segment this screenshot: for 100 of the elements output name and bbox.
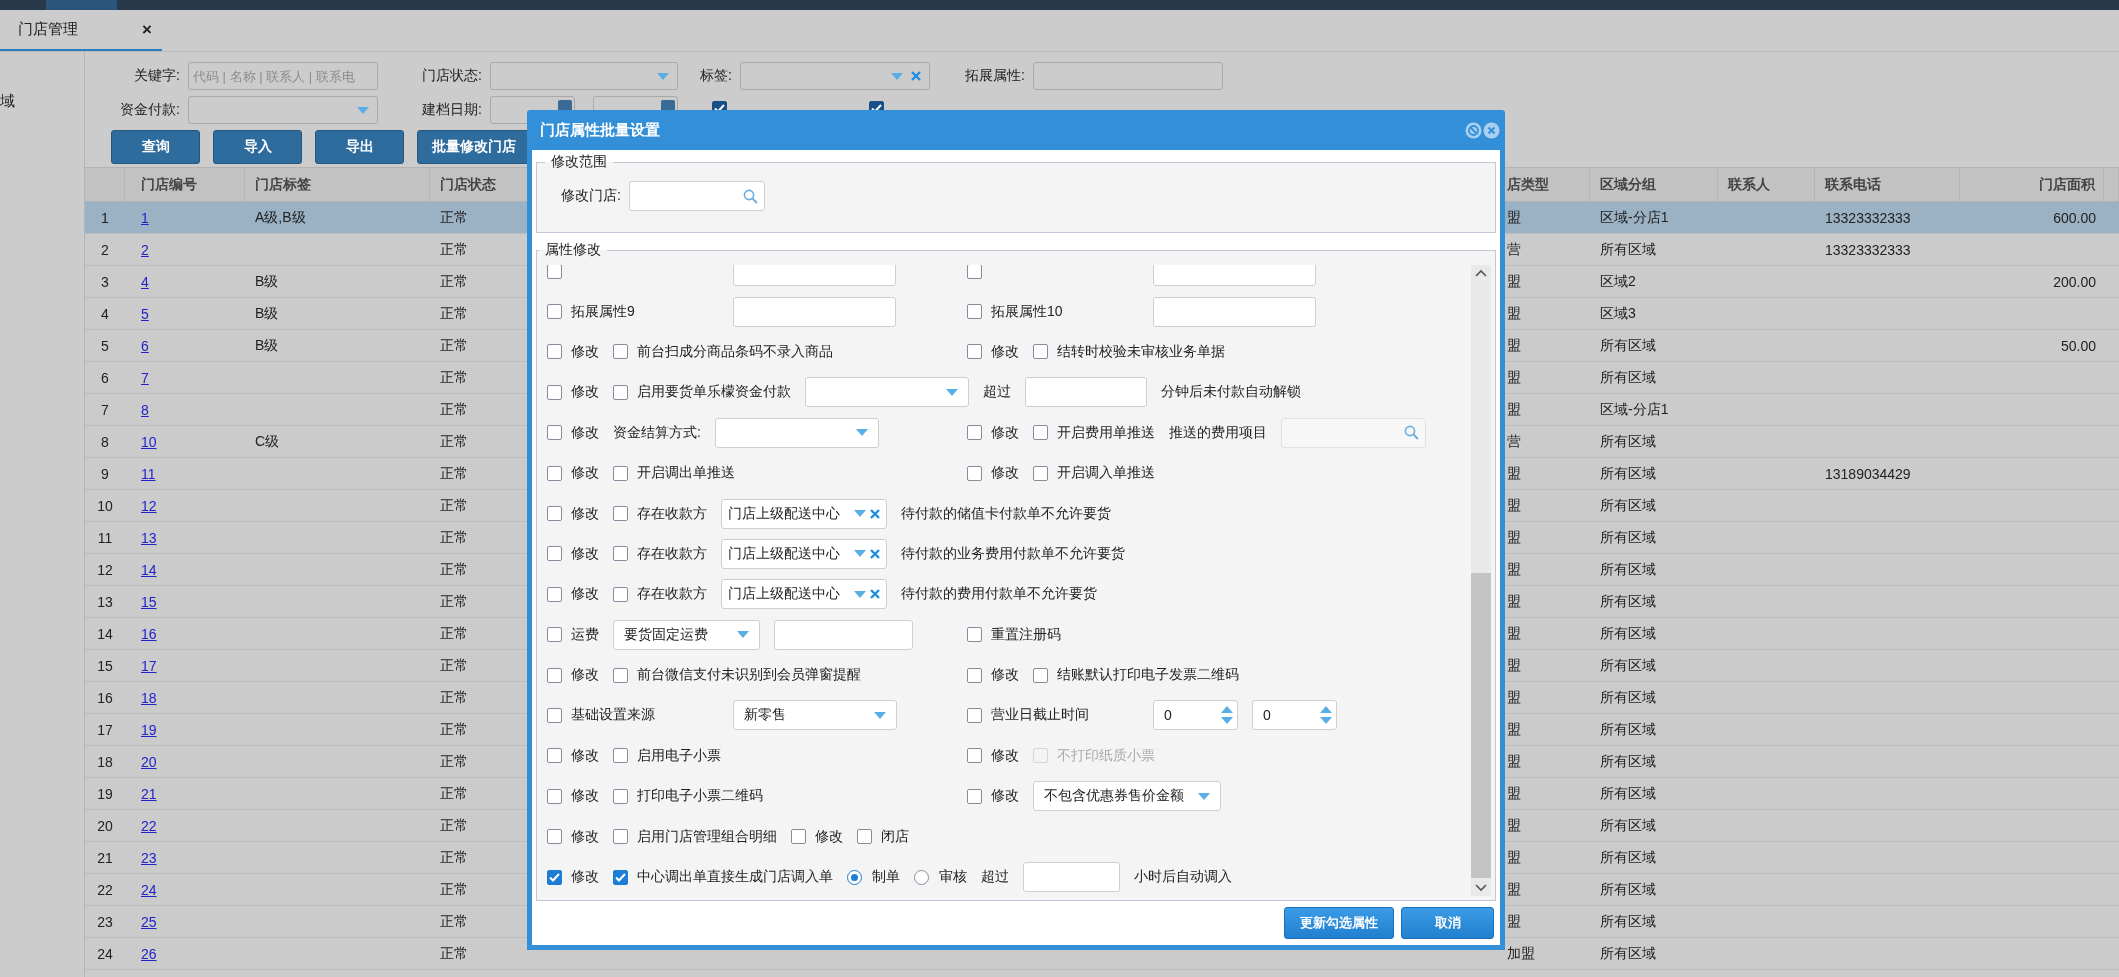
table-cell: 盟: [1507, 304, 1521, 323]
table-cell: 正常: [440, 272, 468, 291]
table-cell: 正常: [440, 720, 468, 739]
row-number: 15: [97, 657, 113, 674]
table-cell: 600.00: [2053, 209, 2096, 226]
table-cell: 200.00: [2053, 273, 2096, 290]
dialog-title: 门店属性批量设置: [540, 120, 660, 140]
row-number: 12: [97, 561, 113, 578]
row-number: 14: [97, 625, 113, 642]
table-cell: 正常: [440, 784, 468, 803]
row-number: 13: [97, 593, 113, 610]
row-number: 19: [97, 785, 113, 802]
table-cell: 所有区域: [1600, 432, 1656, 451]
table-cell: 盟: [1507, 592, 1521, 611]
row-number: 21: [97, 849, 113, 866]
row-number: 8: [101, 433, 109, 450]
row-number: 10: [97, 497, 113, 514]
table-cell: 正常: [440, 912, 468, 931]
table-cell: 区域-分店1: [1600, 400, 1669, 419]
table-cell: 盟: [1507, 368, 1521, 387]
table-cell: 正常: [440, 432, 468, 451]
table-cell: 盟: [1507, 272, 1521, 291]
table-cell: 所有区域: [1600, 688, 1656, 707]
table-cell: 所有区域: [1600, 464, 1656, 483]
section-legend: 属性修改: [539, 241, 607, 259]
table-cell: 加盟: [1507, 944, 1535, 963]
row-number: 3: [101, 273, 109, 290]
table-cell: 所有区域: [1600, 496, 1656, 515]
table-cell: B级: [255, 272, 279, 291]
table-cell: B级: [255, 336, 279, 355]
row-number: 22: [97, 881, 113, 898]
table-cell: 盟: [1507, 208, 1521, 227]
row-number: 24: [97, 945, 113, 962]
table-cell: 正常: [440, 848, 468, 867]
field-label: 超过: [981, 868, 1009, 887]
table-cell: 区域-分店1: [1600, 208, 1669, 227]
table-cell: 盟: [1507, 400, 1521, 419]
table-cell: 正常: [440, 752, 468, 771]
table-cell: 营: [1507, 432, 1521, 451]
table-cell: 盟: [1507, 784, 1521, 803]
row-number: 9: [101, 465, 109, 482]
table-cell: 所有区域: [1600, 912, 1656, 931]
table-cell: 50.00: [2060, 337, 2096, 354]
field-label: 拓展属性:: [964, 67, 1025, 85]
table-cell: 盟: [1507, 560, 1521, 579]
row-number: 11: [97, 529, 113, 546]
row-number: 18: [97, 753, 113, 770]
table-cell: 所有区域: [1600, 592, 1656, 611]
table-cell: 正常: [440, 528, 468, 547]
field-label: 门店状态:: [421, 67, 482, 85]
table-cell: 区域3: [1600, 304, 1636, 323]
field-label: 建档日期:: [421, 101, 482, 119]
field-label: 分钟后未付款自动解锁: [1161, 383, 1301, 402]
table-cell: 正常: [440, 880, 468, 899]
row-number: 23: [97, 913, 113, 930]
table-cell: 所有区域: [1600, 784, 1656, 803]
table-cell: 正常: [440, 208, 468, 227]
table-cell: 盟: [1507, 336, 1521, 355]
field-label: 资金付款:: [119, 101, 180, 119]
table-cell: 正常: [440, 560, 468, 579]
table-cell: 13323332333: [1825, 241, 1911, 258]
table-cell: 13323332333: [1825, 209, 1911, 226]
table-cell: 盟: [1507, 656, 1521, 675]
table-cell: 正常: [440, 944, 468, 963]
field-label: 关键字:: [133, 67, 180, 85]
table-cell: 正常: [440, 240, 468, 259]
row-number: 17: [97, 721, 113, 738]
table-cell: 正常: [440, 592, 468, 611]
table-cell: A级,B级: [255, 208, 306, 227]
table-cell: 盟: [1507, 624, 1521, 643]
table-cell: 盟: [1507, 528, 1521, 547]
table-cell: 盟: [1507, 816, 1521, 835]
row-number: 6: [101, 369, 109, 386]
checkbox-label: 不打印纸质小票: [1057, 746, 1155, 765]
table-cell: 营: [1507, 240, 1521, 259]
field-label: 待付款的费用付款单不允许要货: [901, 585, 1097, 604]
table-cell: 盟: [1507, 720, 1521, 739]
table-cell: 正常: [440, 336, 468, 355]
table-cell: 所有区域: [1600, 240, 1656, 259]
table-cell: 区域2: [1600, 272, 1636, 291]
table-cell: 所有区域: [1600, 720, 1656, 739]
table-cell: 正常: [440, 304, 468, 323]
row-number: 1: [101, 209, 109, 226]
field-label: 资金结算方式:: [613, 423, 701, 442]
table-cell: 正常: [440, 400, 468, 419]
row-number: 7: [101, 401, 109, 418]
table-cell: 正常: [440, 816, 468, 835]
table-cell: 所有区域: [1600, 336, 1656, 355]
table-cell: 所有区域: [1600, 752, 1656, 771]
table-cell: 所有区域: [1600, 880, 1656, 899]
table-cell: 所有区域: [1600, 528, 1656, 547]
row-number: 2: [101, 241, 109, 258]
table-cell: 所有区域: [1600, 560, 1656, 579]
field-label: 修改门店:: [561, 187, 621, 205]
table-cell: 所有区域: [1600, 944, 1656, 963]
table-cell: B级: [255, 304, 279, 323]
table-cell: 所有区域: [1600, 656, 1656, 675]
table-cell: 正常: [440, 368, 468, 387]
table-cell: 盟: [1507, 688, 1521, 707]
table-cell: 正常: [440, 688, 468, 707]
